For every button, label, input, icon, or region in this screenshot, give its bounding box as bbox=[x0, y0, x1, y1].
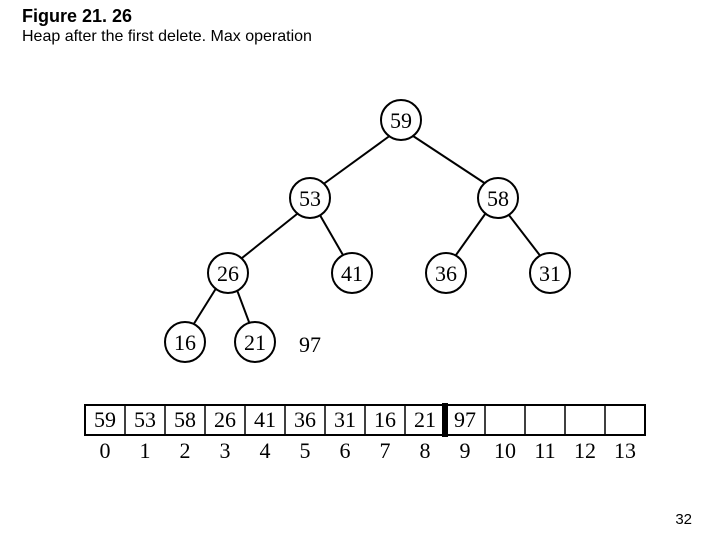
arr-cell: 97 bbox=[454, 407, 476, 432]
node-2: 58 bbox=[478, 178, 518, 218]
arr-cell: 36 bbox=[294, 407, 316, 432]
extra-value: 97 bbox=[299, 332, 321, 357]
arr-index: 6 bbox=[340, 438, 351, 463]
figure-label: Figure 21. 26 bbox=[22, 6, 132, 27]
tree-edges bbox=[190, 132, 545, 330]
arr-index: 7 bbox=[380, 438, 391, 463]
tree-nodes: 59 53 58 26 41 36 31 16 bbox=[165, 100, 570, 362]
figure-caption: Heap after the first delete. Max operati… bbox=[22, 28, 312, 46]
page-number: 32 bbox=[675, 511, 692, 528]
diagram-container: 59 53 58 26 41 36 31 16 bbox=[0, 60, 720, 480]
node-7: 16 bbox=[165, 322, 205, 362]
arr-index: 13 bbox=[614, 438, 636, 463]
arr-index: 1 bbox=[140, 438, 151, 463]
arr-cell: 21 bbox=[414, 407, 436, 432]
arr-index: 2 bbox=[180, 438, 191, 463]
node-value: 41 bbox=[341, 261, 363, 286]
node-value: 59 bbox=[390, 108, 412, 133]
arr-cell: 53 bbox=[134, 407, 156, 432]
arr-cell: 41 bbox=[254, 407, 276, 432]
node-value: 26 bbox=[217, 261, 239, 286]
node-value: 16 bbox=[174, 330, 196, 355]
arr-index: 0 bbox=[100, 438, 111, 463]
node-1: 53 bbox=[290, 178, 330, 218]
arr-index: 8 bbox=[420, 438, 431, 463]
arr-cell: 58 bbox=[174, 407, 196, 432]
arr-index: 4 bbox=[260, 438, 271, 463]
arr-index: 9 bbox=[460, 438, 471, 463]
arr-index: 5 bbox=[300, 438, 311, 463]
arr-index: 12 bbox=[574, 438, 596, 463]
node-value: 21 bbox=[244, 330, 266, 355]
arr-index: 3 bbox=[220, 438, 231, 463]
arr-cell: 26 bbox=[214, 407, 236, 432]
node-root: 59 bbox=[381, 100, 421, 140]
arr-cell: 59 bbox=[94, 407, 116, 432]
node-value: 36 bbox=[435, 261, 457, 286]
array-table: 59 53 58 26 41 36 31 16 21 97 0 1 2 3 4 … bbox=[85, 403, 645, 463]
arr-index: 10 bbox=[494, 438, 516, 463]
arr-cell: 31 bbox=[334, 407, 356, 432]
node-value: 58 bbox=[487, 186, 509, 211]
arr-index: 11 bbox=[534, 438, 555, 463]
node-3: 26 bbox=[208, 253, 248, 293]
heap-diagram: 59 53 58 26 41 36 31 16 bbox=[0, 60, 720, 480]
node-6: 31 bbox=[530, 253, 570, 293]
node-value: 31 bbox=[539, 261, 561, 286]
node-value: 53 bbox=[299, 186, 321, 211]
node-4: 41 bbox=[332, 253, 372, 293]
arr-cell: 16 bbox=[374, 407, 396, 432]
node-5: 36 bbox=[426, 253, 466, 293]
node-8: 21 bbox=[235, 322, 275, 362]
